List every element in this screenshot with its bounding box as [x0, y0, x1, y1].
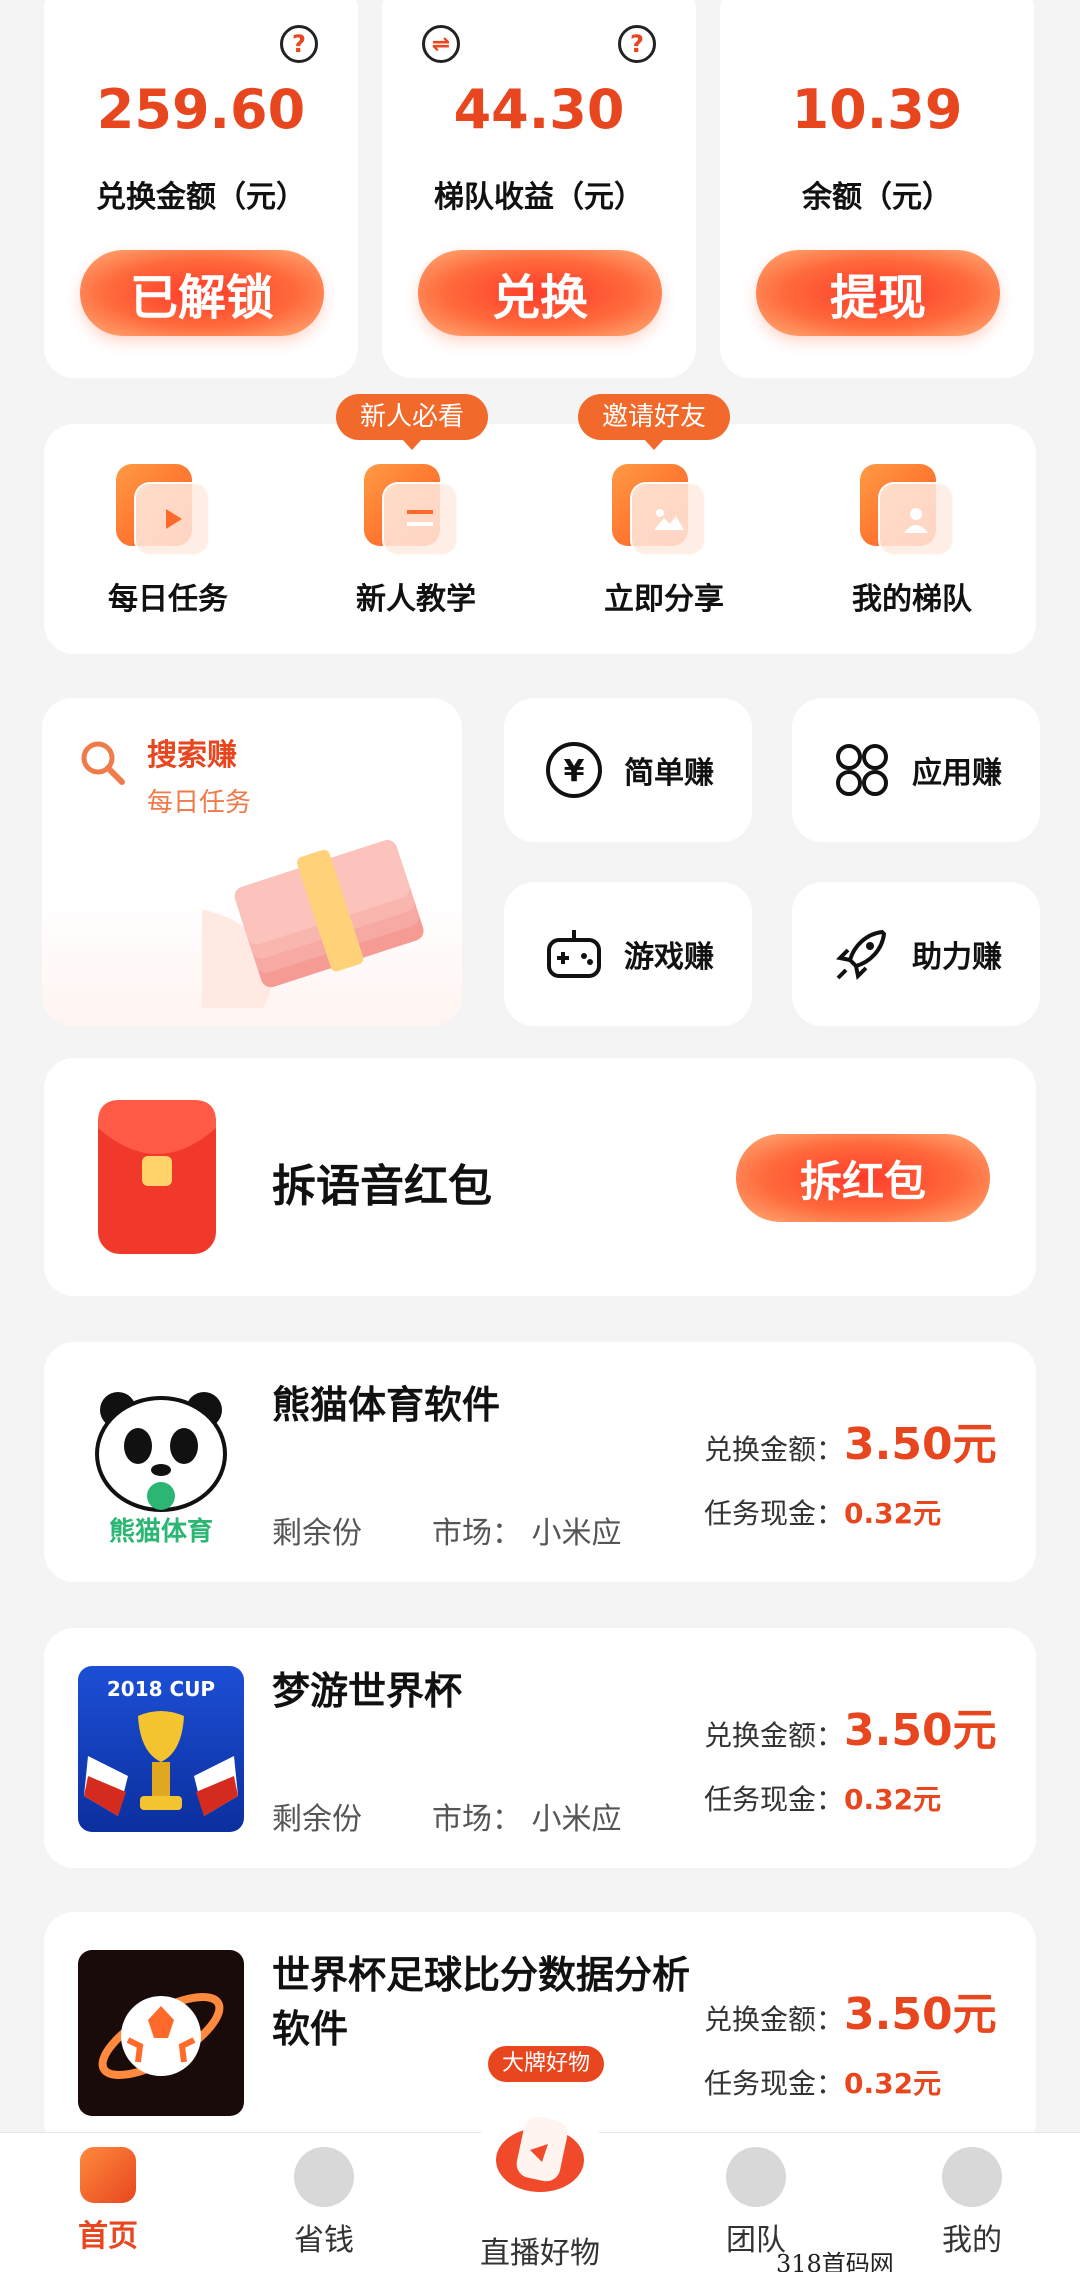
newbie-tag: 新人必看 — [336, 394, 489, 450]
help-icon[interactable]: ? — [280, 25, 318, 63]
quick-entry-daily-tasks[interactable]: 每日任务 — [44, 424, 292, 654]
nav-team[interactable]: 团队 — [648, 2147, 864, 2259]
exchange-amount-value: 259.60 — [96, 78, 306, 141]
game-earn-card[interactable]: 游戏赚 — [504, 882, 752, 1026]
open-envelope-button[interactable]: 拆红包 — [736, 1134, 990, 1222]
quick-entry-newbie-tutorial[interactable]: 新人必看 新人教学 — [292, 394, 540, 654]
search-icon — [81, 741, 125, 785]
quick-entry-label: 立即分享 — [604, 582, 724, 617]
doc-icon — [364, 464, 460, 560]
task-meta: 剩余份 市场： 小米应 — [272, 1802, 622, 1837]
unlocked-button[interactable]: 已解锁 — [80, 250, 324, 336]
panda-sports-logo: 熊猫体育 — [78, 1380, 244, 1546]
team-icon — [726, 2147, 786, 2207]
quick-entry-my-team[interactable]: 我的梯队 — [788, 424, 1036, 654]
nav-save-money[interactable]: 省钱 — [216, 2147, 432, 2259]
search-earn-card[interactable]: 搜索赚 每日任务 — [42, 698, 462, 1026]
quick-entry-panel: 每日任务 新人必看 新人教学 邀请好友 立即分享 我的梯队 — [44, 394, 1036, 654]
task-name: 世界杯足球比分数据分析软件 — [272, 1953, 691, 2051]
task-item[interactable]: 熊猫体育 熊猫体育软件 剩余份 市场： 小米应 兑换金额：3.50元 任务现金：0… — [44, 1342, 1036, 1582]
task-meta: 剩余份 市场： 小米应 — [272, 1516, 622, 1551]
balance-label: 余额（元） — [802, 180, 952, 215]
play-icon — [116, 464, 212, 560]
app-earn-label: 应用赚 — [912, 756, 1002, 791]
home-icon — [80, 2147, 136, 2203]
stat-card-balance: 10.39 余额（元） 提现 — [720, 0, 1034, 378]
withdraw-button[interactable]: 提现 — [756, 250, 1000, 336]
live-shopping-icon[interactable] — [490, 2104, 590, 2204]
task-exchange: 兑换金额：3.50元 — [704, 1705, 997, 1756]
watermark-text: 318首码网 www.E318.com — [776, 2250, 894, 2272]
simple-earn-card[interactable]: ¥ 简单赚 — [504, 698, 752, 842]
big-brand-tag: 大牌好物 — [488, 2046, 605, 2082]
apps-icon — [830, 738, 894, 802]
boost-earn-label: 助力赚 — [912, 940, 1002, 975]
save-money-icon — [294, 2147, 354, 2207]
simple-earn-label: 简单赚 — [624, 756, 714, 791]
svg-text:2018 CUP: 2018 CUP — [107, 1677, 215, 1701]
task-item[interactable]: 2018 CUP 梦游世界杯 剩余份 市场： 小米应 兑换金额：3.50元 任务现… — [44, 1628, 1036, 1868]
app-earn-card[interactable]: 应用赚 — [792, 698, 1040, 842]
boost-earn-card[interactable]: 助力赚 — [792, 882, 1040, 1026]
nav-home[interactable]: 首页 — [0, 2147, 216, 2255]
quick-entry-label: 我的梯队 — [852, 582, 972, 617]
cash-stack-illustration — [202, 839, 424, 1008]
svg-text:¥: ¥ — [564, 754, 585, 789]
task-name: 梦游世界杯 — [272, 1669, 463, 1713]
quick-entry-share[interactable]: 邀请好友 立即分享 — [540, 394, 788, 654]
task-exchange: 兑换金额：3.50元 — [704, 1419, 997, 1470]
image-icon — [612, 464, 708, 560]
balance-value: 10.39 — [791, 78, 963, 141]
yen-icon: ¥ — [542, 738, 606, 802]
stat-card-team-income: ⇌ ? 44.30 梯队收益（元） 兑换 — [382, 0, 696, 378]
profile-icon — [942, 2147, 1002, 2207]
team-income-value: 44.30 — [453, 78, 625, 141]
gamepad-icon — [542, 922, 606, 986]
rocket-icon — [830, 922, 894, 986]
team-income-label: 梯队收益（元） — [434, 180, 644, 215]
world-cup-logo: 2018 CUP — [78, 1666, 244, 1832]
exchange-button[interactable]: 兑换 — [418, 250, 662, 336]
task-name: 熊猫体育软件 — [272, 1383, 501, 1427]
task-exchange: 兑换金额：3.50元 — [704, 1989, 997, 2040]
help-icon[interactable]: ? — [618, 25, 656, 63]
task-cash: 任务现金：0.32元 — [704, 2067, 942, 2100]
voice-red-envelope-card: 拆语音红包 拆红包 — [44, 1058, 1036, 1296]
quick-entry-label: 新人教学 — [356, 582, 476, 617]
stat-card-exchange: ? 259.60 兑换金额（元） 已解锁 — [44, 0, 358, 378]
swap-icon[interactable]: ⇌ — [422, 25, 460, 63]
task-cash: 任务现金：0.32元 — [704, 1497, 942, 1530]
exchange-amount-label: 兑换金额（元） — [96, 180, 306, 215]
search-earn-title: 搜索赚 — [147, 738, 237, 773]
invite-tag: 邀请好友 — [578, 394, 731, 450]
football-app-logo — [78, 1950, 244, 2116]
game-earn-label: 游戏赚 — [624, 940, 714, 975]
svg-text:熊猫体育: 熊猫体育 — [109, 1516, 213, 1546]
quick-entry-label: 每日任务 — [108, 582, 228, 617]
user-icon — [860, 464, 956, 560]
red-envelope-icon — [98, 1100, 216, 1254]
nav-mine[interactable]: 我的 — [864, 2147, 1080, 2259]
envelope-title: 拆语音红包 — [272, 1161, 492, 1212]
nav-live-goods-label[interactable]: 直播好物 — [440, 2228, 640, 2272]
task-cash: 任务现金：0.32元 — [704, 1783, 942, 1816]
